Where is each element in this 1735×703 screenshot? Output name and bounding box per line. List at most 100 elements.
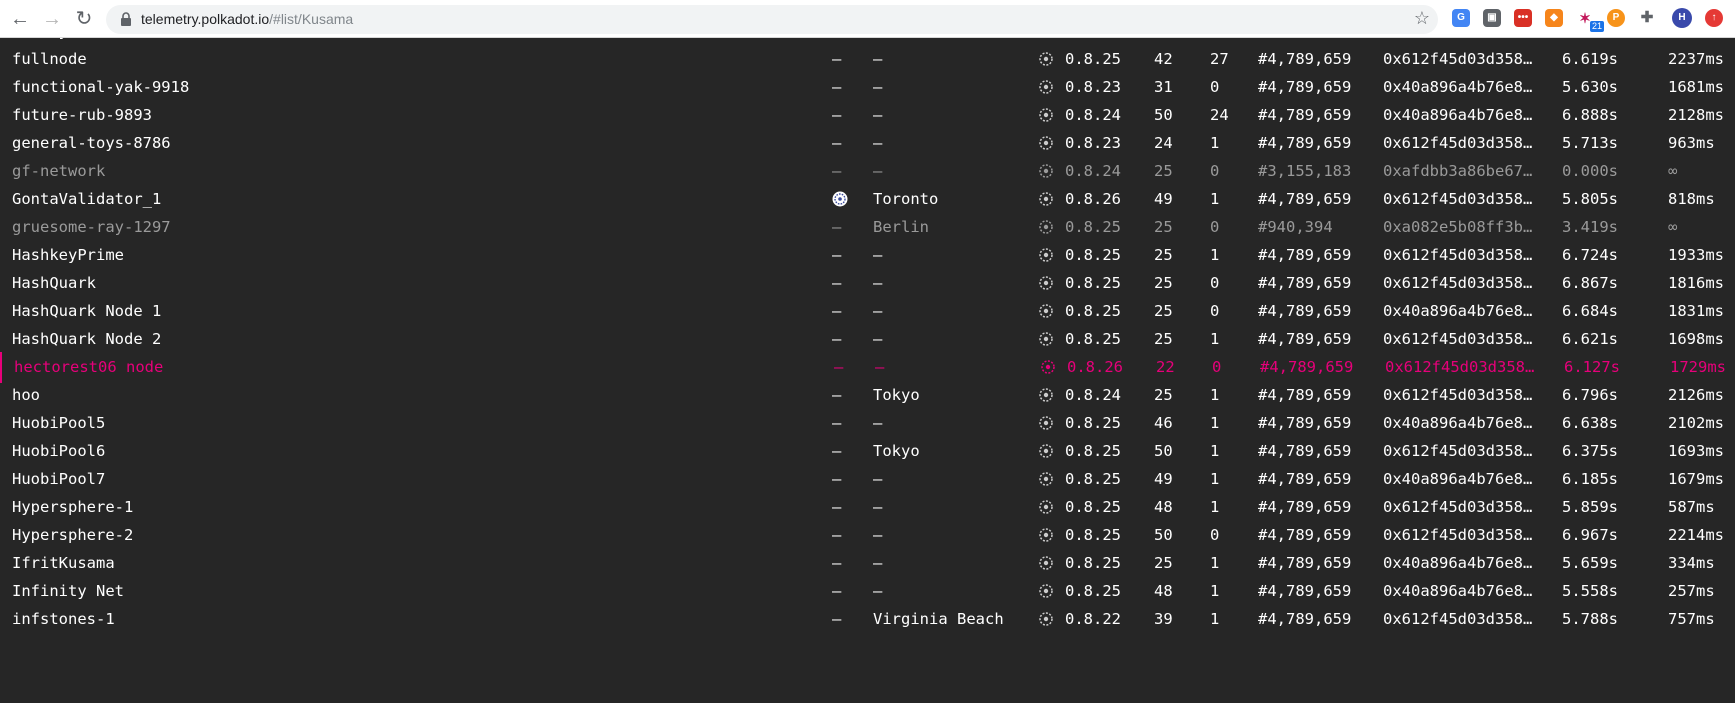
table-row[interactable]: HashQuark Node 1 – – 0.8.25 25 0 #4,789,…: [0, 296, 1735, 327]
node-version: 0.8.24: [1065, 106, 1121, 124]
forward-icon[interactable]: →: [40, 7, 64, 31]
reload-icon[interactable]: ↻: [72, 7, 96, 31]
block-hash: 0x612f45d03d358…: [1383, 526, 1533, 544]
block-number: #4,789,659: [1258, 470, 1352, 488]
block-time: 6.638s: [1562, 414, 1618, 432]
substrate-icon: [1039, 108, 1053, 122]
node-version: 0.8.25: [1065, 442, 1121, 460]
table-row[interactable]: general-toys-8786 – – 0.8.23 24 1 #4,789…: [0, 128, 1735, 159]
propagation-time: 587ms: [1668, 498, 1715, 516]
table-row[interactable]: Hypersphere-1 – – 0.8.25 48 1 #4,789,659…: [0, 492, 1735, 523]
table-row[interactable]: HashQuark – – 0.8.25 25 0 #4,789,659 0x6…: [0, 268, 1735, 299]
upload-icon[interactable]: ↑: [1705, 9, 1723, 27]
block-number: #4,789,659: [1258, 106, 1352, 124]
node-version: 0.8.26: [1065, 190, 1121, 208]
table-row[interactable]: Infinity Net – – 0.8.25 48 1 #4,789,659 …: [0, 576, 1735, 607]
validator-cell: –: [832, 330, 842, 348]
peer-count: 25: [1154, 246, 1173, 264]
table-row[interactable]: gf-network – – 0.8.24 25 0 #3,155,183 0x…: [0, 156, 1735, 187]
peer-count: 46: [1154, 414, 1173, 432]
table-row[interactable]: HuobiPool7 – – 0.8.25 49 1 #4,789,659 0x…: [0, 464, 1735, 495]
table-row[interactable]: HashQuark Node 2 – – 0.8.25 25 1 #4,789,…: [0, 324, 1735, 355]
block-time: 0.000s: [1562, 162, 1618, 180]
node-location: –: [873, 554, 883, 572]
node-name: Hypersphere-2: [12, 526, 134, 544]
peer-count: 49: [1154, 470, 1173, 488]
block-time: 6.967s: [1562, 526, 1618, 544]
substrate-icon: [1039, 276, 1053, 290]
table-row[interactable]: fullnode – – 0.8.25 42 27 #4,789,659 0x6…: [0, 44, 1735, 75]
peer-count: 25: [1154, 386, 1173, 404]
table-row[interactable]: hectorest06 node – – 0.8.26 22 0 #4,789,…: [0, 352, 1735, 383]
peer-count: 48: [1154, 498, 1173, 516]
block-number: #4,789,659: [1258, 302, 1352, 320]
peer-count: 49: [1154, 190, 1173, 208]
back-icon[interactable]: ←: [8, 7, 32, 31]
substrate-icon: [1039, 472, 1053, 486]
peer-count: 24: [1154, 134, 1173, 152]
block-hash: 0x612f45d03d358…: [1383, 330, 1533, 348]
block-time: 5.788s: [1562, 610, 1618, 628]
validator-cell: –: [832, 610, 842, 628]
propagation-time: ∞: [1668, 162, 1678, 180]
node-version: 0.8.25: [1065, 470, 1121, 488]
node-version: 0.8.25: [1065, 302, 1121, 320]
table-row[interactable]: HashkeyPrime – – 0.8.25 25 1 #4,789,659 …: [0, 240, 1735, 271]
substrate-icon: [1039, 52, 1053, 66]
metamask-fox-icon[interactable]: ◆: [1545, 9, 1563, 27]
tx-count: 1: [1210, 330, 1220, 348]
block-hash: 0x612f45d03d358…: [1383, 50, 1533, 68]
bookmark-star-icon[interactable]: ☆: [1414, 8, 1430, 29]
node-name: general-toys-8786: [12, 134, 171, 152]
node-version: 0.8.23: [1065, 134, 1121, 152]
extension-icon[interactable]: •••: [1514, 9, 1532, 27]
block-hash: 0x612f45d03d358…: [1383, 498, 1533, 516]
propagation-time: ∞: [1668, 218, 1678, 236]
table-row[interactable]: HuobiPool6 – Tokyo 0.8.25 50 1 #4,789,65…: [0, 436, 1735, 467]
puzzle-icon[interactable]: ✚: [1638, 9, 1656, 27]
table-row[interactable]: Hypersphere-2 – – 0.8.25 50 0 #4,789,659…: [0, 520, 1735, 551]
block-time: 6.684s: [1562, 302, 1618, 320]
validator-cell: –: [832, 442, 842, 460]
node-location: –: [873, 526, 883, 544]
block-time: 6.619s: [1562, 50, 1618, 68]
extension-icon[interactable]: ▣: [1483, 9, 1501, 27]
block-time: 5.805s: [1562, 190, 1618, 208]
validator-cell: –: [832, 134, 842, 152]
node-name: HuobiPool6: [12, 442, 106, 460]
extension-icon[interactable]: P: [1607, 9, 1625, 27]
substrate-icon: [1039, 192, 1053, 206]
block-time: 3.419s: [1562, 218, 1618, 236]
table-row[interactable]: hoo – Tokyo 0.8.24 25 1 #4,789,659 0x612…: [0, 380, 1735, 411]
table-row[interactable]: GontaValidator_1 Toronto 0.8.26 49 1 #4,…: [0, 184, 1735, 215]
block-number: #3,155,183: [1258, 162, 1352, 180]
node-location: Berlin: [873, 218, 929, 236]
substrate-icon: [1039, 220, 1053, 234]
substrate-icon: [1039, 136, 1053, 150]
translate-extension-icon[interactable]: G: [1452, 9, 1470, 27]
propagation-time: 1729ms: [1670, 358, 1726, 376]
propagation-time: 2102ms: [1668, 414, 1724, 432]
node-version: 0.8.25: [1065, 274, 1121, 292]
table-row[interactable]: functional-yak-9918 – – 0.8.23 31 0 #4,7…: [0, 72, 1735, 103]
table-row[interactable]: IfritKusama – – 0.8.25 25 1 #4,789,659 0…: [0, 548, 1735, 579]
table-row[interactable]: infstones-1 – Virginia Beach 0.8.22 39 1…: [0, 604, 1735, 635]
block-hash: 0x612f45d03d358…: [1385, 358, 1535, 376]
table-row[interactable]: future-rub-9893 – – 0.8.24 50 24 #4,789,…: [0, 100, 1735, 131]
node-version: 0.8.25: [1065, 554, 1121, 572]
propagation-time: 257ms: [1668, 582, 1715, 600]
address-bar[interactable]: telemetry.polkadot.io/#list/Kusama ☆: [106, 5, 1438, 34]
validator-cell: –: [832, 526, 842, 544]
block-number: #4,789,659: [1258, 610, 1352, 628]
propagation-time: 334ms: [1668, 554, 1715, 572]
profile-avatar[interactable]: H: [1672, 8, 1692, 28]
peer-count: 25: [1154, 330, 1173, 348]
node-location: –: [873, 470, 883, 488]
substrate-icon: [1039, 584, 1053, 598]
table-row[interactable]: gruesome-ray-1297 – Berlin 0.8.25 25 0 #…: [0, 212, 1735, 243]
block-number: #940,394: [1258, 218, 1333, 236]
table-row[interactable]: HuobiPool5 – – 0.8.25 46 1 #4,789,659 0x…: [0, 408, 1735, 439]
block-hash: 0x40a896a4b76e8…: [1383, 106, 1533, 124]
propagation-time: 818ms: [1668, 190, 1715, 208]
validator-cell: –: [832, 386, 842, 404]
